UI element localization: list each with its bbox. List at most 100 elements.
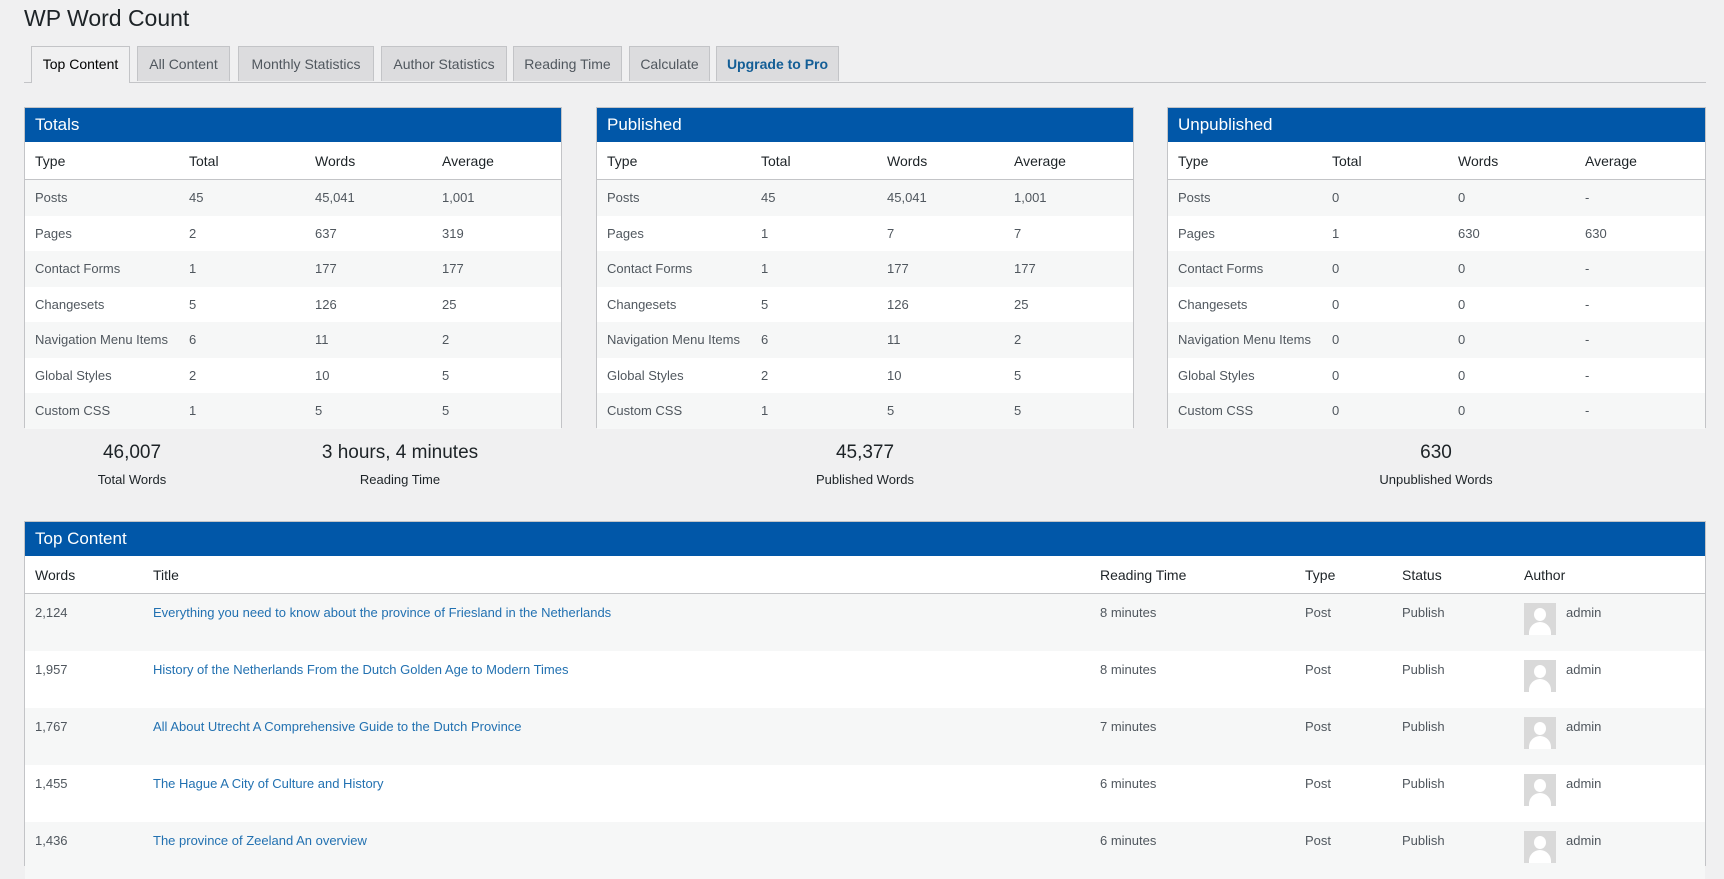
cell-status: Publish: [1392, 593, 1514, 651]
cell-type: Post: [1295, 593, 1392, 651]
post-title-link[interactable]: The Hague A City of Culture and History: [153, 776, 384, 791]
cell-type: Posts: [597, 179, 751, 216]
cell-status: Publish: [1392, 821, 1514, 879]
cell-words: 0: [1448, 251, 1575, 287]
table-row: Navigation Menu Items 6 11 2: [25, 322, 561, 358]
total-words-stat: 46,007 Total Words: [52, 442, 212, 487]
cell-words: 0: [1448, 322, 1575, 358]
post-title-link[interactable]: The province of Zeeland An overview: [153, 833, 367, 848]
cell-reading-time: 6 minutes: [1090, 821, 1295, 879]
tab-all-content[interactable]: All Content: [137, 46, 230, 81]
cell-words: 1,957: [35, 661, 68, 677]
table-row: Contact Forms 1 177 177: [25, 251, 561, 287]
unpublished-table: Type Total Words Average Posts 0 0- Pages 1…: [1168, 142, 1705, 429]
top-content-table: Words Title Reading Time Type Status Aut…: [25, 556, 1705, 879]
cell-total: 5: [189, 296, 197, 312]
cell-status: Publish: [1402, 661, 1445, 677]
column-author: Author: [1514, 556, 1705, 594]
cell-total: 1: [761, 225, 769, 241]
column-type: Type: [1295, 556, 1392, 594]
table-row: Contact Forms 0 0-: [1168, 251, 1705, 287]
column-type: Type: [1168, 142, 1322, 180]
cell-type: Global Styles: [1178, 367, 1255, 383]
column-words: Words: [1448, 142, 1575, 180]
cell-type: Global Styles: [35, 367, 112, 383]
column-type: Type: [25, 142, 179, 180]
cell-average: 5: [1014, 367, 1022, 383]
cell-average: -: [1575, 393, 1705, 429]
table-row: 2,124 Everything you need to know about …: [25, 593, 1705, 651]
table-row: Pages 1 7 7: [597, 216, 1133, 252]
cell-words: 0: [1458, 367, 1466, 383]
cell-total: 1: [1332, 225, 1340, 241]
table-row: 1,957 History of the Netherlands From th…: [25, 651, 1705, 708]
cell-average: 1,001: [1004, 179, 1133, 216]
cell-total: 1: [751, 393, 877, 429]
cell-words: 11: [877, 322, 1004, 358]
post-title-link[interactable]: Everything you need to know about the pr…: [153, 605, 611, 620]
cell-average: -: [1575, 179, 1705, 216]
cell-words: 1,767: [25, 707, 143, 765]
table-row: Changesets 0 0 -: [1168, 287, 1705, 323]
post-title-link[interactable]: History of the Netherlands From the Dutc…: [153, 662, 568, 677]
tab-top-content[interactable]: Top Content: [31, 46, 130, 83]
cell-words: 10: [315, 367, 330, 383]
cell-type: Changesets: [607, 296, 677, 312]
tab-monthly-statistics[interactable]: Monthly Statistics: [238, 46, 374, 81]
total-words-value: 46,007: [102, 442, 162, 463]
table-row: Global Styles 2 10 5: [597, 358, 1133, 394]
table-row: Custom CSS 1 5 5: [597, 393, 1133, 429]
cell-author: admin: [1514, 651, 1705, 708]
author-name: admin: [1566, 718, 1602, 734]
cell-average: -: [1585, 367, 1590, 383]
table-row: Posts 0 0-: [1168, 179, 1705, 216]
table-row: Pages 1 630 630: [1168, 216, 1705, 252]
cell-author: admin: [1514, 593, 1705, 651]
cell-reading-time: 8 minutes: [1100, 661, 1157, 677]
tab-calculate[interactable]: Calculate: [629, 46, 710, 81]
cell-type: Custom CSS: [1168, 393, 1322, 429]
unpublished-panel-title: Unpublished: [1168, 108, 1705, 142]
post-title-link[interactable]: All About Utrecht A Comprehensive Guide …: [153, 719, 522, 734]
cell-type: Posts: [1168, 179, 1322, 216]
column-reading-time: Reading Time: [1090, 556, 1295, 594]
cell-average: -: [1575, 251, 1705, 287]
tab-reading-time[interactable]: Reading Time: [513, 46, 622, 81]
table-row: Navigation Menu Items 0 0-: [1168, 322, 1705, 358]
cell-type: Contact Forms: [1168, 251, 1322, 287]
table-row: Changesets 5 126 25: [25, 287, 561, 323]
reading-time-stat: 3 hours, 4 minutes Reading Time: [280, 442, 520, 487]
cell-type: Posts: [25, 179, 179, 216]
table-row: Posts 45 45,041 1,001: [597, 179, 1133, 216]
table-row: Pages 2 637 319: [25, 216, 561, 252]
published-words-label: Published Words: [815, 472, 915, 487]
cell-status: Publish: [1402, 775, 1445, 791]
cell-title: All About Utrecht A Comprehensive Guide …: [143, 707, 1090, 765]
total-words-label: Total Words: [97, 472, 167, 487]
published-panel-title: Published: [597, 108, 1133, 142]
cell-words: 126: [315, 296, 337, 312]
cell-title: History of the Netherlands From the Dutc…: [143, 651, 1090, 708]
tab-author-statistics[interactable]: Author Statistics: [381, 46, 507, 81]
cell-total: 45: [179, 179, 305, 216]
cell-average: 177: [1004, 251, 1133, 287]
tab-upgrade-to-pro[interactable]: Upgrade to Pro: [716, 46, 839, 81]
cell-total: 45: [751, 179, 877, 216]
avatar: [1524, 716, 1556, 749]
author-name: admin: [1566, 605, 1602, 620]
cell-type: Changesets: [35, 296, 105, 312]
column-words: Words: [877, 142, 1004, 180]
avatar: [1524, 659, 1556, 692]
cell-reading-time: 6 minutes: [1100, 775, 1157, 791]
cell-total: 0: [1322, 322, 1448, 358]
avatar: [1524, 603, 1556, 635]
column-average: Average: [1575, 142, 1705, 180]
cell-total: 1: [179, 393, 305, 429]
cell-words: 0: [1448, 393, 1575, 429]
cell-type: Contact Forms: [597, 251, 751, 287]
cell-total: 1: [179, 251, 305, 287]
cell-type: Changesets: [1178, 296, 1248, 312]
cell-average: -: [1575, 322, 1705, 358]
reading-time-value: 3 hours, 4 minutes: [321, 442, 479, 463]
author-name: admin: [1566, 661, 1602, 677]
